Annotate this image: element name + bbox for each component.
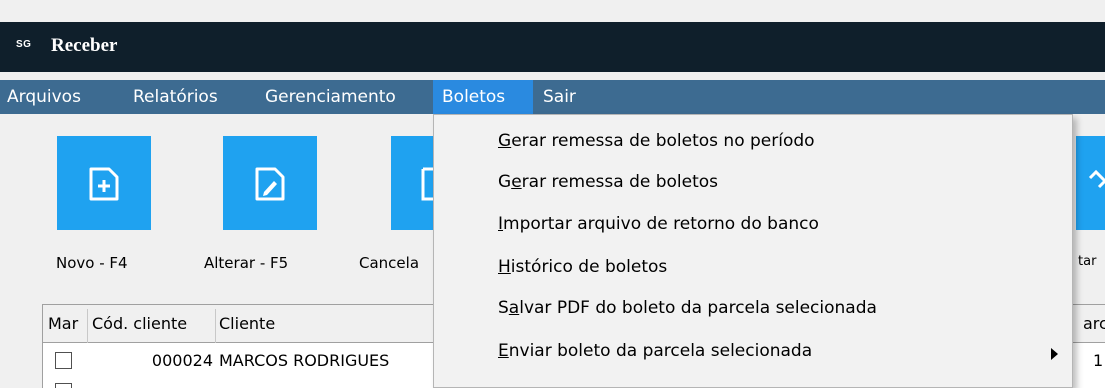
cell-cod-cliente: 000024 [151, 351, 213, 370]
title-bar: SG Receber [0, 22, 1105, 72]
column-divider[interactable] [87, 309, 88, 343]
menu-relatorios[interactable]: Relatórios [127, 80, 224, 114]
row-mark-checkbox[interactable] [55, 383, 72, 388]
novo-button[interactable] [57, 136, 151, 230]
menu-item-gerar-remessa[interactable]: Gerar remessa de boletos [498, 162, 718, 202]
cell-parc: 1 [1093, 351, 1104, 370]
alterar-button-label: Alterar - F5 [204, 254, 289, 272]
column-header-cliente[interactable]: Cliente [219, 309, 275, 339]
app-logo: SG [16, 39, 32, 50]
submenu-arrow-icon [1051, 348, 1058, 360]
column-divider[interactable] [215, 309, 216, 343]
window-title: Receber [51, 35, 118, 56]
menu-arquivos[interactable]: Arquivos [1, 80, 87, 114]
cancelar-button[interactable] [391, 136, 435, 230]
menu-item-gerar-remessa-periodo[interactable]: Gerar remessa de boletos no período [498, 121, 815, 161]
tag-icon [1088, 169, 1105, 189]
column-header-parc[interactable]: arc. [1083, 309, 1105, 339]
boletos-dropdown-menu: Gerar remessa de boletos no período Gera… [433, 114, 1073, 388]
cell-cliente: MARCOS RODRIGUES [219, 351, 390, 370]
menu-item-importar-retorno[interactable]: Importar arquivo de retorno do banco [498, 204, 819, 244]
column-header-mar[interactable]: Mar [48, 309, 78, 339]
menu-item-enviar-boleto[interactable]: Enviar boleto da parcela selecionada [498, 331, 812, 371]
cancelar-button-label: Cancela [359, 254, 420, 272]
novo-button-label: Novo - F4 [56, 254, 128, 272]
menu-item-historico-boletos[interactable]: Histórico de boletos [498, 247, 667, 287]
menu-bar: Arquivos Relatórios Gerenciamento Boleto… [0, 80, 1105, 114]
row-mark-checkbox[interactable] [55, 352, 72, 369]
tag-button-label: tar [1078, 254, 1097, 269]
menu-gerenciamento[interactable]: Gerenciamento [259, 80, 402, 114]
column-header-cod-cliente[interactable]: Cód. cliente [92, 309, 187, 339]
menu-sair[interactable]: Sair [537, 80, 582, 114]
tag-button[interactable] [1076, 136, 1105, 230]
file-edit-icon [255, 167, 285, 201]
menu-boletos[interactable]: Boletos [433, 80, 533, 114]
alterar-button[interactable] [223, 136, 317, 230]
file-plus-icon [89, 167, 119, 201]
app-window: SG Receber Arquivos Relatórios Gerenciam… [0, 0, 1105, 388]
menu-item-salvar-pdf[interactable]: Salvar PDF do boleto da parcela selecion… [498, 288, 877, 328]
